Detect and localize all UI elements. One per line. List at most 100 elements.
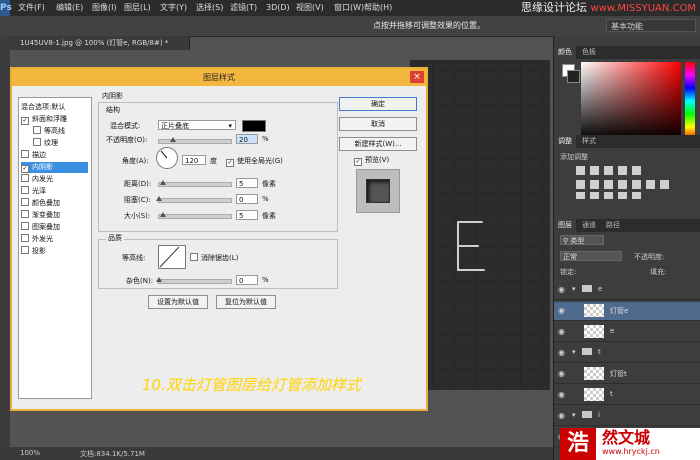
zoom-level[interactable]: 100% [20,449,40,457]
checkbox[interactable] [33,126,41,134]
distance-input[interactable]: 5 [236,178,258,188]
style-item[interactable]: 混合选项:默认 [21,102,88,113]
checkmark-icon[interactable]: ✓ [21,117,29,125]
checkbox[interactable] [33,138,41,146]
layer-group-row[interactable]: ◉ ▾ i [554,407,700,426]
tab-styles[interactable]: 样式 [578,135,600,148]
menu-item[interactable]: 图像(I) [92,0,117,16]
choke-input[interactable]: 0 [236,194,258,204]
new-style-button[interactable]: 新建样式(W)... [339,137,417,151]
canvas[interactable] [410,60,550,390]
style-item[interactable]: 光泽 [21,186,88,197]
size-slider[interactable] [158,212,232,219]
style-item[interactable]: 描边 [21,150,88,161]
shadow-color-swatch[interactable] [242,120,266,132]
cancel-button[interactable]: 取消 [339,117,417,131]
layer-row[interactable]: ◉ 灯管t [554,365,700,384]
eye-icon[interactable]: ◉ [558,411,565,420]
eye-icon[interactable]: ◉ [558,306,565,315]
reset-default-button[interactable]: 复位为默认值 [216,295,276,309]
checkbox[interactable] [21,234,29,242]
style-item[interactable]: 图案叠加 [21,222,88,233]
menu-item[interactable]: 滤镜(T) [230,0,257,16]
checkbox[interactable] [21,222,29,230]
layer-kind-filter[interactable]: ⚲ 类型 [560,235,604,245]
noise-slider[interactable] [156,277,232,284]
angle-input[interactable]: 120 [182,155,206,165]
hue-slider[interactable] [685,62,695,140]
size-input[interactable]: 5 [236,210,258,220]
style-item[interactable]: ✓ 斜面和浮雕 [21,114,88,125]
opacity-slider[interactable] [158,137,232,144]
noise-input[interactable]: 0 [236,275,258,285]
eye-icon[interactable]: ◉ [558,327,565,336]
style-item[interactable]: 渐变叠加 [21,210,88,221]
style-item[interactable]: 外发光 [21,234,88,245]
size-slider-knob[interactable] [160,212,166,217]
style-item[interactable]: 等高线 [21,126,100,137]
ok-button[interactable]: 确定 [339,97,417,111]
document-tab[interactable]: 1U45UV8-1.jpg @ 100% (灯管e, RGB/8#) * [10,36,190,50]
checkbox[interactable] [21,246,29,254]
preview-checkbox[interactable]: ✓ 预览(V) [354,155,389,166]
eye-icon[interactable]: ◉ [558,348,565,357]
workspace-select[interactable]: 基本功能 [606,19,696,32]
tab-adjustments[interactable]: 调整 [554,135,576,148]
tab-color[interactable]: 颜色 [554,46,576,59]
menu-item[interactable]: 图层(L) [124,0,151,16]
style-item[interactable]: 内发光 [21,174,88,185]
eye-icon[interactable]: ◉ [558,390,565,399]
tab-layers[interactable]: 图层 [554,219,576,232]
checkbox[interactable] [21,210,29,218]
adjustment-icons[interactable] [576,164,686,200]
checkbox[interactable] [21,174,29,182]
checkbox[interactable] [21,198,29,206]
chevron-down-icon[interactable]: ▾ [572,411,576,419]
noise-slider-knob[interactable] [156,277,162,282]
style-item[interactable]: 颜色叠加 [21,198,88,209]
menu-item[interactable]: 文件(F) [18,0,45,16]
distance-slider[interactable] [158,180,232,187]
global-light-checkbox[interactable]: ✓ 使用全局光(G) [226,156,283,167]
style-item[interactable]: 投影 [21,246,88,257]
set-default-button[interactable]: 设置为默认值 [148,295,208,309]
style-item[interactable]: 纹理 [21,138,100,149]
checkmark-icon[interactable]: ✓ [21,165,29,173]
tools-panel[interactable] [0,36,10,450]
layer-group-row[interactable]: ◉ ▾ t [554,344,700,363]
blend-mode-select[interactable]: 正常 [560,251,622,261]
layer-row[interactable]: ◉ 灯管e [554,302,700,321]
opacity-input[interactable]: 20 [236,134,258,144]
menu-item[interactable]: 编辑(E) [56,0,83,16]
close-icon[interactable]: × [410,71,424,83]
color-field[interactable] [581,62,681,140]
layer-group-row[interactable]: ◉ ▾ e [554,281,700,300]
checkbox[interactable] [21,150,29,158]
menu-item[interactable]: 视图(V) [296,0,324,16]
tab-channels[interactable]: 通道 [578,219,600,232]
style-item[interactable]: ✓ 内阴影 [21,162,88,173]
chevron-down-icon[interactable]: ▾ [572,348,576,356]
chevron-down-icon[interactable]: ▾ [572,285,576,293]
checkbox[interactable] [21,186,29,194]
angle-dial[interactable] [156,147,178,169]
menu-item[interactable]: 3D(D) [266,0,290,16]
antialias-checkbox[interactable]: 消除锯齿(L) [190,253,238,263]
layer-row[interactable]: ◉ e [554,323,700,342]
contour-picker[interactable] [158,245,186,269]
blend-mode-dropdown[interactable]: 正片叠底 ▾ [158,120,236,130]
tab-paths[interactable]: 路径 [602,219,624,232]
choke-slider-knob[interactable] [156,196,162,201]
eye-icon[interactable]: ◉ [558,369,565,378]
eye-icon[interactable]: ◉ [558,285,565,294]
menu-item[interactable]: 文字(Y) [160,0,187,16]
layer-row[interactable]: ◉ t [554,386,700,405]
distance-slider-knob[interactable] [160,180,166,185]
opacity-slider-knob[interactable] [170,137,177,142]
background-color-swatch[interactable] [567,70,580,83]
tab-swatches[interactable]: 色板 [578,46,600,59]
menu-item[interactable]: 选择(S) [196,0,223,16]
menu-item[interactable]: 窗口(W) [334,0,364,16]
menu-item[interactable]: 帮助(H) [364,0,392,16]
choke-slider[interactable] [156,196,232,203]
